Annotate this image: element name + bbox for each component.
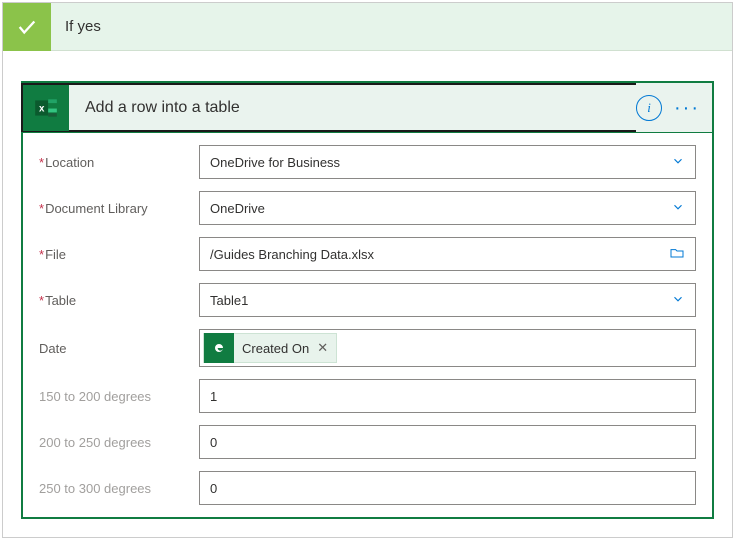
dataverse-icon [204,333,234,363]
chevron-down-icon [671,154,685,171]
doclib-select[interactable]: OneDrive [199,191,696,225]
r3-value: 0 [210,481,685,496]
date-label: Date [39,341,199,356]
dynamic-token[interactable]: Created On ✕ [203,333,337,363]
r2-label: 200 to 250 degrees [39,435,199,450]
file-value: /Guides Branching Data.xlsx [210,247,669,262]
r3-input[interactable]: 0 [199,471,696,505]
r2-value: 0 [210,435,685,450]
file-picker[interactable]: /Guides Branching Data.xlsx [199,237,696,271]
doclib-value: OneDrive [210,201,671,216]
action-card: x Add a row into a table i ··· Location [21,81,714,519]
r1-value: 1 [210,389,685,404]
condition-title: If yes [51,18,101,35]
check-icon [3,3,51,51]
r3-label: 250 to 300 degrees [39,481,199,496]
table-value: Table1 [210,293,671,308]
chevron-down-icon [671,200,685,217]
table-label: Table [39,293,199,308]
r2-input[interactable]: 0 [199,425,696,459]
svg-text:x: x [39,103,45,114]
doclib-label: Document Library [39,201,199,216]
r1-label: 150 to 200 degrees [39,389,199,404]
action-title: Add a row into a table [69,99,240,117]
table-select[interactable]: Table1 [199,283,696,317]
location-select[interactable]: OneDrive for Business [199,145,696,179]
r1-input[interactable]: 1 [199,379,696,413]
location-value: OneDrive for Business [210,155,671,170]
action-header[interactable]: x Add a row into a table i ··· [23,83,712,133]
excel-icon: x [23,85,69,131]
condition-header[interactable]: If yes [3,3,732,51]
location-label: Location [39,155,199,170]
more-button[interactable]: ··· [674,98,700,118]
token-remove-button[interactable]: ✕ [317,340,328,356]
file-label: File [39,247,199,262]
info-button[interactable]: i [636,95,662,121]
chevron-down-icon [671,292,685,309]
folder-icon[interactable] [669,245,685,264]
date-input[interactable]: Created On ✕ [199,329,696,367]
token-label: Created On [242,341,309,356]
